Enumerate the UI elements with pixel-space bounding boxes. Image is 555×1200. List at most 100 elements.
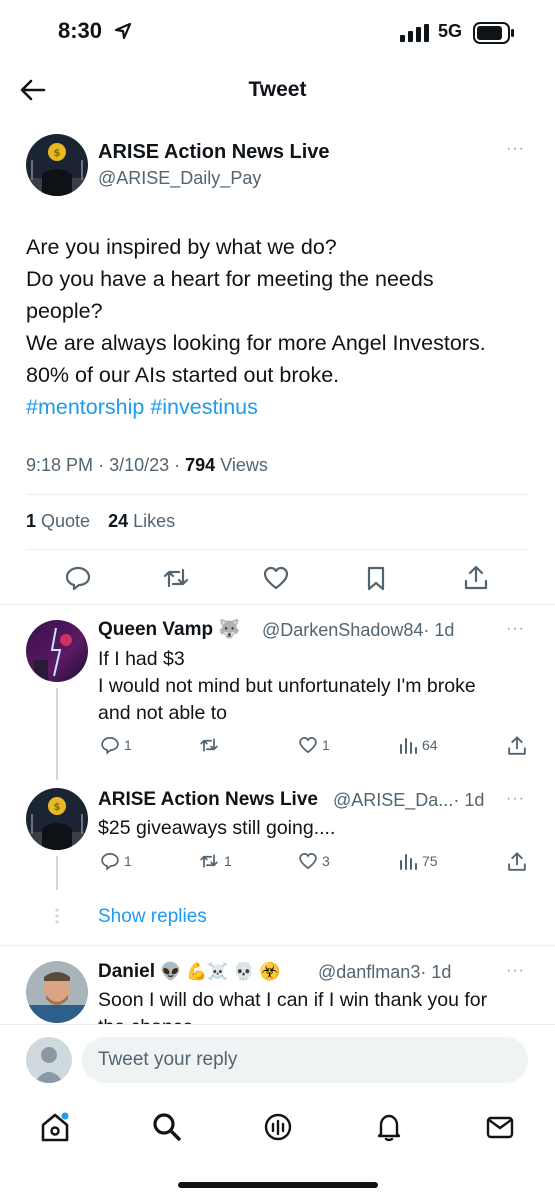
view-count: 64 (422, 737, 438, 753)
page-title: Tweet (248, 78, 307, 101)
tweet-line: people? (26, 299, 103, 323)
reply-avatar[interactable] (26, 961, 88, 1023)
reply-avatar[interactable] (26, 620, 88, 682)
thread-line (56, 856, 58, 890)
tweet-meta: 9:18 PM · 3/10/23 · 794 Views (26, 455, 268, 475)
reply-age: · 1d (420, 962, 452, 982)
reply-count: 1 (124, 737, 132, 753)
battery-icon (473, 22, 514, 44)
reply-text: If I had $3 I would not mind but unfortu… (98, 646, 476, 727)
author-avatar[interactable]: $ (26, 134, 88, 196)
views-button[interactable]: 75 (398, 851, 438, 871)
notifications-icon[interactable] (372, 1110, 406, 1144)
top-header: Tweet (0, 66, 555, 114)
views-icon (400, 854, 417, 870)
search-icon[interactable] (150, 1110, 184, 1144)
reply-button[interactable]: 1 (100, 851, 132, 871)
retweet-count: 1 (224, 853, 232, 869)
reply-composer (0, 1024, 555, 1094)
reply-author-name[interactable]: ARISE Action News Live (98, 789, 318, 811)
views-button[interactable]: 64 (398, 735, 438, 755)
like-icon (299, 852, 317, 870)
reply-author-name[interactable]: Daniel 👽 💪☠️ 💀 ☣️ (98, 961, 280, 983)
reply-icon (101, 852, 119, 871)
reply-handle-text: @ARISE_Da... (333, 790, 454, 810)
reply-handle[interactable]: @DarkenShadow84· 1d (262, 620, 454, 641)
reply-handle[interactable]: @danflman3· 1d (318, 962, 451, 983)
divider (0, 945, 555, 946)
quotes-label[interactable]: Quote (41, 511, 90, 531)
hashtag-link[interactable]: #mentorship (26, 395, 144, 419)
svg-text:$: $ (54, 802, 61, 813)
svg-text:$: $ (54, 148, 61, 159)
author-handle[interactable]: @ARISE_Daily_Pay (98, 168, 261, 189)
signal-icon (400, 24, 429, 42)
tweet-date: 3/10/23 (109, 455, 170, 475)
tweet-stats: 1 Quote 24 Likes (26, 511, 175, 532)
retweet-button[interactable]: 1 (198, 851, 232, 871)
tweet-time: 9:18 PM (26, 455, 94, 475)
tweet-line: Are you inspired by what we do? (26, 235, 337, 259)
reply-count: 1 (124, 853, 132, 869)
reply-avatar[interactable]: $ (26, 788, 88, 850)
share-icon[interactable] (506, 735, 528, 757)
reply-handle-text: @danflman3 (318, 962, 421, 982)
retweet-icon (200, 738, 218, 752)
quotes-count[interactable]: 1 (26, 511, 36, 531)
spaces-icon[interactable] (261, 1110, 295, 1144)
reply-name-text: Daniel (98, 961, 156, 982)
divider (26, 549, 529, 550)
more-icon[interactable]: ··· (506, 140, 525, 158)
bookmark-icon[interactable] (362, 564, 390, 592)
retweet-icon[interactable] (162, 564, 190, 592)
author-name[interactable]: ARISE Action News Live (98, 141, 330, 164)
like-button[interactable]: 3 (298, 851, 330, 871)
location-arrow-icon (114, 22, 132, 40)
status-time: 8:30 (58, 18, 103, 43)
reply-author-name[interactable]: Queen Vamp 🐺 (98, 619, 241, 641)
reply-line: $25 giveaways still going.... (98, 817, 336, 839)
tweet-text: Are you inspired by what we do? Do you h… (26, 231, 536, 423)
reply-handle[interactable]: @ARISE_Da...· 1d (333, 790, 484, 811)
home-icon[interactable] (38, 1110, 72, 1144)
reply-icon[interactable] (64, 564, 92, 592)
views-icon (400, 738, 417, 754)
thread-line (56, 688, 58, 780)
reply-name-text: Queen Vamp (98, 619, 214, 640)
view-count: 75 (422, 853, 438, 869)
likes-label[interactable]: Likes (133, 511, 175, 531)
reply-line: Soon I will do what I can if I win thank… (98, 989, 488, 1011)
name-emojis: 👽 💪☠️ 💀 ☣️ (160, 962, 281, 981)
reply-button[interactable]: 1 (100, 735, 132, 755)
like-count: 1 (322, 737, 330, 753)
hashtag-link[interactable]: #investinus (150, 395, 258, 419)
tweet-line: 80% of our AIs started out broke. (26, 363, 340, 387)
retweet-button[interactable] (198, 735, 224, 755)
wolf-emoji: 🐺 (218, 619, 241, 639)
share-icon[interactable] (462, 564, 490, 592)
like-icon (299, 736, 317, 754)
reply-age: · 1d (423, 620, 455, 640)
more-icon[interactable]: ··· (506, 962, 525, 980)
home-indicator (178, 1182, 378, 1188)
reply-text: $25 giveaways still going.... (98, 815, 335, 842)
like-button[interactable]: 1 (298, 735, 330, 755)
like-count: 3 (322, 853, 330, 869)
tweet-action-bar (0, 562, 555, 594)
retweet-icon (200, 854, 218, 868)
my-avatar[interactable] (26, 1037, 72, 1083)
reply-input[interactable] (82, 1037, 528, 1083)
like-icon[interactable] (262, 564, 290, 592)
network-label: 5G (438, 21, 463, 41)
more-icon[interactable]: ··· (506, 790, 525, 808)
thread-dots-icon (55, 908, 59, 924)
views-label: Views (220, 455, 268, 475)
divider (0, 604, 555, 605)
likes-count[interactable]: 24 (108, 511, 128, 531)
share-icon[interactable] (506, 851, 528, 873)
reply-icon (101, 736, 119, 755)
show-replies-link[interactable]: Show replies (98, 906, 207, 928)
reply-handle-text: @DarkenShadow84 (262, 620, 424, 640)
messages-icon[interactable] (483, 1110, 517, 1144)
more-icon[interactable]: ··· (506, 620, 525, 638)
